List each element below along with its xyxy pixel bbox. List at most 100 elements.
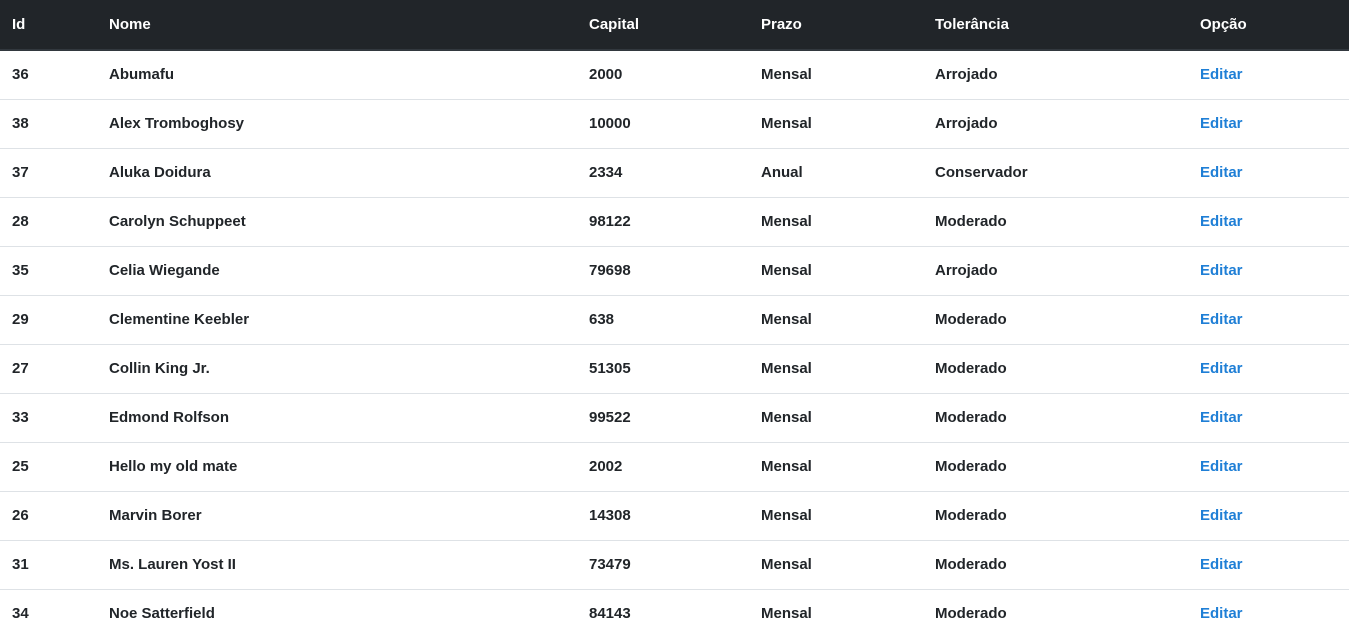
- edit-link[interactable]: Editar: [1200, 458, 1243, 475]
- cell-opcao: Editar: [1188, 540, 1349, 589]
- cell-nome: Aluka Doidura: [109, 164, 211, 181]
- cell-opcao: Editar: [1188, 50, 1349, 99]
- cell-prazo: Mensal: [761, 605, 812, 622]
- cell-opcao: Editar: [1188, 295, 1349, 344]
- edit-link[interactable]: Editar: [1200, 66, 1243, 83]
- cell-id: 33: [12, 409, 29, 426]
- cell-opcao: Editar: [1188, 344, 1349, 393]
- cell-nome: Collin King Jr.: [109, 360, 210, 377]
- cell-prazo: Mensal: [761, 311, 812, 328]
- cell-prazo: Mensal: [761, 66, 812, 84]
- table-body: 36 Abumafu 2000 Mensal Arrojado Editar 38 Alex …: [0, 50, 1349, 635]
- table-row: 26 Marvin Borer 14308 Mensal Moderado Editar: [0, 491, 1349, 540]
- table-row: 25 Hello my old mate 2002 Mensal Moderado Edi…: [0, 442, 1349, 491]
- cell-opcao: Editar: [1188, 148, 1349, 197]
- table-row: 27 Collin King Jr. 51305 Mensal Moderado Edit…: [0, 344, 1349, 393]
- cell-capital: 14308: [589, 507, 631, 524]
- edit-link[interactable]: Editar: [1200, 262, 1243, 279]
- cell-capital: 51305: [589, 360, 631, 377]
- cell-id: 38: [12, 115, 29, 132]
- cell-capital: 10000: [589, 115, 631, 132]
- cell-capital: 2334: [589, 164, 623, 181]
- header-tolerancia: Tolerância: [923, 0, 1188, 51]
- cell-capital: 79698: [589, 262, 631, 279]
- table-row: 33 Edmond Rolfson 99522 Mensal Moderado Edita…: [0, 393, 1349, 442]
- cell-id: 27: [12, 360, 29, 377]
- cell-nome: Clementine Keebler: [109, 311, 250, 328]
- cell-prazo: Mensal: [761, 213, 812, 230]
- cell-id: 34: [12, 605, 29, 622]
- cell-id: 37: [12, 164, 29, 181]
- cell-tolerancia: Moderado: [935, 213, 1007, 230]
- cell-capital: 98122: [589, 213, 631, 230]
- cell-tolerancia: Arrojado: [935, 115, 998, 132]
- cell-capital: 99522: [589, 409, 631, 426]
- cell-opcao: Editar: [1188, 393, 1349, 442]
- header-nome: Nome: [97, 0, 577, 51]
- cell-id: 29: [12, 311, 29, 328]
- cell-id: 35: [12, 262, 29, 279]
- cell-prazo: Mensal: [761, 409, 812, 426]
- edit-link[interactable]: Editar: [1200, 164, 1243, 181]
- cell-nome: Celia Wiegande: [109, 262, 220, 279]
- header-id: Id: [0, 0, 97, 51]
- cell-tolerancia: Moderado: [935, 360, 1007, 377]
- edit-link[interactable]: Editar: [1200, 360, 1243, 377]
- cell-tolerancia: Conservador: [935, 164, 1028, 181]
- cell-prazo: Anual: [761, 164, 803, 181]
- cell-opcao: Editar: [1188, 491, 1349, 540]
- cell-opcao: Editar: [1188, 99, 1349, 148]
- cell-prazo: Mensal: [761, 556, 812, 573]
- table-row: 29 Clementine Keebler 638 Mensal Moderado Edi…: [0, 295, 1349, 344]
- header-capital: Capital: [577, 0, 749, 51]
- cell-prazo: Mensal: [761, 507, 812, 524]
- cell-tolerancia: Arrojado: [935, 262, 998, 279]
- cell-capital: 84143: [589, 605, 631, 622]
- table-row: 38 Alex Tromboghosy 10000 Mensal Arrojado Edi…: [0, 99, 1349, 148]
- edit-link[interactable]: Editar: [1200, 409, 1243, 426]
- cell-tolerancia: Moderado: [935, 458, 1007, 475]
- cell-id: 36: [12, 66, 29, 84]
- edit-link[interactable]: Editar: [1200, 311, 1243, 328]
- cell-id: 26: [12, 507, 29, 524]
- cell-id: 31: [12, 556, 29, 573]
- header-prazo: Prazo: [749, 0, 923, 51]
- cell-tolerancia: Moderado: [935, 507, 1007, 524]
- cell-tolerancia: Arrojado: [935, 66, 998, 84]
- clients-table: Id Nome Capital Prazo Tolerância Opção 3…: [0, 0, 1349, 635]
- cell-prazo: Mensal: [761, 360, 812, 377]
- cell-prazo: Mensal: [761, 115, 812, 132]
- edit-link[interactable]: Editar: [1200, 507, 1243, 524]
- cell-nome: Alex Tromboghosy: [109, 115, 245, 132]
- table-row: 36 Abumafu 2000 Mensal Arrojado Editar: [0, 50, 1349, 99]
- cell-nome: Marvin Borer: [109, 507, 202, 524]
- cell-nome: Edmond Rolfson: [109, 409, 229, 426]
- table-row: 37 Aluka Doidura 2334 Anual Conservador Edita…: [0, 148, 1349, 197]
- cell-nome: Abumafu: [109, 66, 174, 84]
- cell-id: 25: [12, 458, 29, 475]
- header-row: Id Nome Capital Prazo Tolerância Opção: [0, 0, 1349, 51]
- cell-capital: 2000: [589, 66, 623, 84]
- cell-nome: Hello my old mate: [109, 458, 238, 475]
- cell-prazo: Mensal: [761, 262, 812, 279]
- table-row: 28 Carolyn Schuppeet 98122 Mensal Moderado Ed…: [0, 197, 1349, 246]
- table-row: 34 Noe Satterfield 84143 Mensal Moderado Edit…: [0, 589, 1349, 635]
- cell-nome: Noe Satterfield: [109, 605, 215, 622]
- cell-prazo: Mensal: [761, 458, 812, 475]
- cell-opcao: Editar: [1188, 246, 1349, 295]
- cell-tolerancia: Moderado: [935, 605, 1007, 622]
- edit-link[interactable]: Editar: [1200, 213, 1243, 230]
- table-row: 31 Ms. Lauren Yost II 73479 Mensal Moderado E…: [0, 540, 1349, 589]
- edit-link[interactable]: Editar: [1200, 115, 1243, 132]
- cell-capital: 2002: [589, 458, 623, 475]
- cell-nome: Ms. Lauren Yost II: [109, 556, 236, 573]
- cell-tolerancia: Moderado: [935, 311, 1007, 328]
- cell-capital: 638: [589, 311, 615, 328]
- table-row: 35 Celia Wiegande 79698 Mensal Arrojado Edita…: [0, 246, 1349, 295]
- cell-opcao: Editar: [1188, 442, 1349, 491]
- cell-opcao: Editar: [1188, 197, 1349, 246]
- cell-capital: 73479: [589, 556, 631, 573]
- edit-link[interactable]: Editar: [1200, 605, 1243, 622]
- cell-tolerancia: Moderado: [935, 409, 1007, 426]
- edit-link[interactable]: Editar: [1200, 556, 1243, 573]
